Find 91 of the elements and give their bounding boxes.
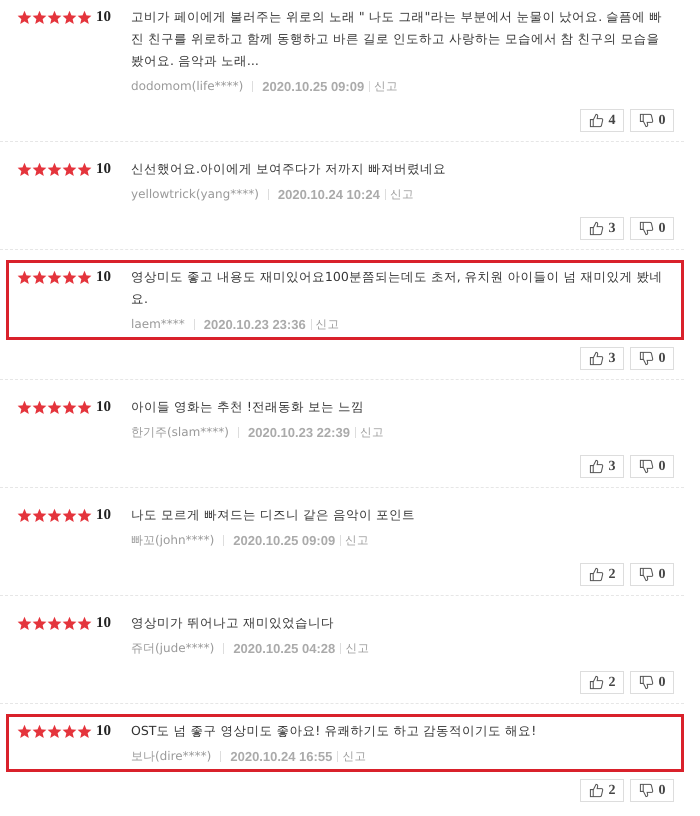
- like-button[interactable]: 4: [580, 109, 624, 132]
- star-icon: [62, 508, 77, 522]
- review-text: 고비가 페이에게 불러주는 위로의 노래 " 나도 그래"라는 부분에서 눈물이 났어요. 슬픔에 빠진 친구를 위로하고 함께 동행하고 바른 길로 인도하고 사랑하는 모습에서 참 친구의 모습을 봤어요. 음악과 노래...: [131, 8, 664, 70]
- star-icon: [47, 616, 62, 630]
- thumbs-down-icon: [638, 459, 654, 474]
- author-name: laem****: [131, 317, 185, 331]
- like-button[interactable]: 2: [580, 779, 624, 802]
- like-button[interactable]: 2: [580, 563, 624, 586]
- review-date: 2020.10.23 23:36: [204, 316, 306, 332]
- star-icon: [32, 10, 47, 24]
- author-name: yellowtrick(yang****): [131, 187, 259, 201]
- rating-score: 10: [96, 722, 111, 740]
- thumbs-up-icon: [588, 221, 604, 236]
- star-icon: [47, 400, 62, 414]
- dislike-button[interactable]: 0: [630, 109, 674, 132]
- star-icon: [32, 508, 47, 522]
- review-text: 아이들 영화는 추천 !전래동화 보는 느낌: [131, 398, 365, 416]
- review-text: 신선했어요.아이에게 보여주다가 저까지 빠져버렸네요: [131, 160, 447, 178]
- review-date: 2020.10.24 16:55: [230, 748, 332, 764]
- star-icon: [62, 10, 77, 24]
- star-icon: [47, 724, 62, 738]
- author-name: dodomom(life****): [131, 79, 244, 93]
- like-button[interactable]: 3: [580, 217, 624, 240]
- rating-score: 10: [96, 614, 111, 632]
- review-date: 2020.10.24 10:24: [278, 186, 380, 202]
- thumbs-up-icon: [588, 459, 604, 474]
- author-name: 한기주(slam****): [131, 424, 229, 440]
- thumbs-up-icon: [588, 351, 604, 366]
- star-icon: [17, 270, 32, 284]
- star-icon: [47, 10, 62, 24]
- thumbs-up-icon: [588, 113, 604, 128]
- star-icon: [62, 724, 77, 738]
- thumbs-down-icon: [638, 783, 654, 798]
- star-icon: [17, 162, 32, 176]
- rating-score: 10: [96, 8, 111, 26]
- star-icon: [77, 270, 92, 284]
- star-icon: [32, 162, 47, 176]
- dislike-button[interactable]: 0: [630, 563, 674, 586]
- thumbs-down-icon: [638, 567, 654, 582]
- review-date: 2020.10.25 09:09: [233, 532, 336, 548]
- star-icon: [17, 508, 32, 522]
- thumbs-up-icon: [588, 675, 604, 690]
- dislike-button[interactable]: 0: [630, 779, 674, 802]
- star-icon: [47, 508, 62, 522]
- star-icon: [77, 400, 92, 414]
- star-icon: [47, 162, 62, 176]
- star-icon: [77, 724, 92, 738]
- star-icon: [17, 10, 32, 24]
- author-name: 보나(dire****): [131, 748, 212, 764]
- star-icon: [17, 400, 32, 414]
- star-icon: [32, 400, 47, 414]
- star-icon: [62, 162, 77, 176]
- star-icon: [47, 270, 62, 284]
- review-date: 2020.10.23 22:39: [248, 424, 350, 440]
- dislike-button[interactable]: 0: [630, 217, 674, 240]
- dislike-button[interactable]: 0: [630, 455, 674, 478]
- thumbs-up-icon: [588, 567, 604, 582]
- like-button[interactable]: 2: [580, 671, 624, 694]
- star-icon: [32, 616, 47, 630]
- rating-score: 10: [96, 160, 111, 178]
- star-icon: [32, 724, 47, 738]
- review-date: 2020.10.25 04:28: [233, 640, 336, 656]
- dislike-button[interactable]: 0: [630, 671, 674, 694]
- star-icon: [77, 10, 92, 24]
- rating-score: 10: [96, 398, 111, 416]
- thumbs-down-icon: [638, 675, 654, 690]
- author-name: 쥬더(jude****): [131, 640, 214, 656]
- rating-score: 10: [96, 268, 111, 286]
- thumbs-down-icon: [638, 351, 654, 366]
- review-text: 나도 모르게 빠져드는 디즈니 같은 음악이 포인트: [131, 506, 416, 524]
- thumbs-down-icon: [638, 113, 654, 128]
- star-icon: [62, 400, 77, 414]
- author-name: 빠꼬(john****): [131, 532, 214, 548]
- like-button[interactable]: 3: [580, 455, 624, 478]
- review-text: OST도 넘 좋구 영상미도 좋아요! 유쾌하기도 하고 감동적이기도 해요!: [131, 722, 538, 740]
- like-button[interactable]: 3: [580, 347, 624, 370]
- star-icon: [17, 724, 32, 738]
- review-text: 영상미도 좋고 내용도 재미있어요100분쯤되는데도 초저, 유치원 아이들이 넘 재미있게 봤네요.: [131, 268, 664, 308]
- star-icon: [77, 508, 92, 522]
- review-date: 2020.10.25 09:09: [262, 78, 364, 94]
- star-icon: [77, 162, 92, 176]
- star-icon: [32, 270, 47, 284]
- thumbs-down-icon: [638, 221, 654, 236]
- star-icon: [62, 270, 77, 284]
- rating-score: 10: [96, 506, 111, 524]
- review-text: 영상미가 뛰어나고 재미있었습니다: [131, 614, 335, 632]
- star-icon: [77, 616, 92, 630]
- thumbs-up-icon: [588, 783, 604, 798]
- star-icon: [17, 616, 32, 630]
- star-icon: [62, 616, 77, 630]
- dislike-button[interactable]: 0: [630, 347, 674, 370]
